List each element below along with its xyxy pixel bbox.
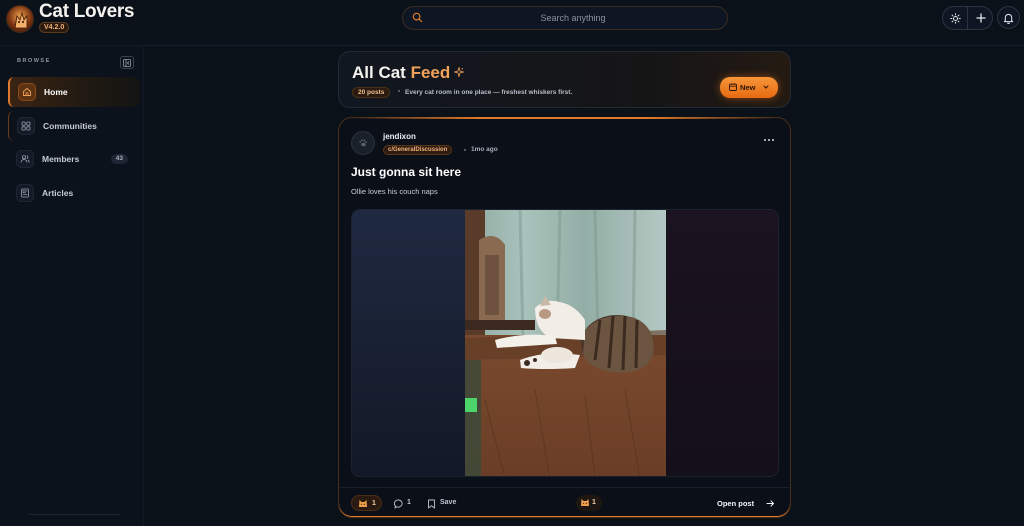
feed-header: All Cat Feed 20 posts Every cat room in … (338, 51, 791, 108)
sidebar-item-home[interactable]: Home (8, 77, 140, 107)
articles-icon (16, 184, 34, 202)
separator-dot (464, 149, 466, 151)
page-title: All Cat Feed (352, 63, 450, 83)
sidebar-item-communities[interactable]: Communities (8, 111, 140, 141)
sidebar: BROWSE Home Communities Members 43 Artic… (0, 46, 144, 526)
post-count-badge: 20 posts (352, 87, 391, 98)
save-label: Save (440, 499, 457, 506)
search-bar[interactable] (402, 6, 728, 30)
search-input[interactable] (427, 9, 719, 27)
post-card[interactable]: jendixon c/GeneralDiscussion 1mo ago Jus… (338, 117, 792, 519)
avatar[interactable] (351, 131, 375, 155)
notifications-button[interactable] (997, 6, 1020, 29)
more-options-icon[interactable] (762, 136, 776, 144)
plus-icon (975, 13, 986, 23)
post-body: Ollie loves his couch naps (351, 187, 438, 196)
comment-count: 1 (407, 499, 411, 506)
sidebar-section-label: BROWSE (17, 58, 51, 64)
cat-logo-icon (14, 11, 28, 29)
bookmark-icon (428, 499, 435, 509)
app-title: Cat Lovers (39, 1, 135, 22)
create-button[interactable] (968, 7, 993, 29)
paw-icon (359, 139, 367, 147)
grid-icon (17, 117, 35, 135)
sort-new-button[interactable]: New (720, 77, 778, 98)
post-image[interactable] (351, 209, 779, 477)
image-backdrop-right (666, 210, 778, 476)
panel-collapse-icon (123, 58, 131, 67)
open-post-link[interactable]: Open post (717, 496, 779, 510)
users-icon (16, 150, 34, 168)
open-post-label: Open post (717, 499, 755, 508)
app-logo[interactable] (6, 5, 34, 33)
bell-icon (1003, 13, 1014, 24)
collapse-sidebar-button[interactable] (120, 56, 134, 69)
arrow-right-icon (766, 500, 774, 507)
post-author[interactable]: jendixon (383, 132, 416, 141)
reaction-summary-count: 1 (592, 499, 596, 506)
comment-button[interactable]: 1 (394, 496, 414, 510)
version-badge: V4.2.0 (39, 22, 70, 33)
sidebar-item-label: Home (44, 87, 68, 97)
chevron-down-icon (763, 85, 769, 89)
reaction-count: 1 (372, 500, 376, 507)
sidebar-item-label: Articles (42, 188, 74, 198)
feed-subtitle: Every cat room in one place — freshest w… (405, 89, 573, 96)
sparkle-icon (454, 67, 464, 77)
save-button[interactable]: Save (427, 496, 463, 510)
community-link[interactable]: c/GeneralDiscussion (383, 145, 453, 155)
cat-photo (465, 210, 666, 476)
post-timestamp: 1mo ago (471, 146, 498, 153)
separator-dot (398, 90, 400, 92)
sidebar-item-label: Communities (43, 121, 97, 131)
sidebar-item-label: Members (42, 154, 80, 164)
reaction-summary[interactable]: 1 (576, 495, 602, 511)
top-bar: Cat Lovers V4.2.0 (0, 0, 1024, 46)
home-icon (18, 83, 36, 101)
post-footer: 1 1 Save 1 Open post (339, 487, 792, 519)
theme-toggle-button[interactable] (943, 7, 968, 29)
page-title-accent: Feed (410, 63, 451, 82)
image-backdrop-left (352, 210, 466, 476)
cat-face-icon (359, 500, 367, 507)
sidebar-divider (28, 514, 120, 515)
calendar-icon (729, 83, 737, 91)
post-title[interactable]: Just gonna sit here (351, 165, 461, 179)
quick-actions (942, 6, 993, 30)
page-title-main: All Cat (352, 63, 406, 82)
search-icon (412, 12, 423, 23)
sidebar-item-members[interactable]: Members 43 (8, 144, 140, 174)
sort-label: New (740, 83, 756, 92)
members-count-badge: 43 (110, 154, 128, 164)
sun-icon (949, 12, 961, 24)
cat-face-icon (581, 499, 589, 506)
comment-icon (394, 499, 403, 509)
sidebar-item-articles[interactable]: Articles (8, 178, 140, 208)
react-button[interactable]: 1 (351, 495, 382, 511)
